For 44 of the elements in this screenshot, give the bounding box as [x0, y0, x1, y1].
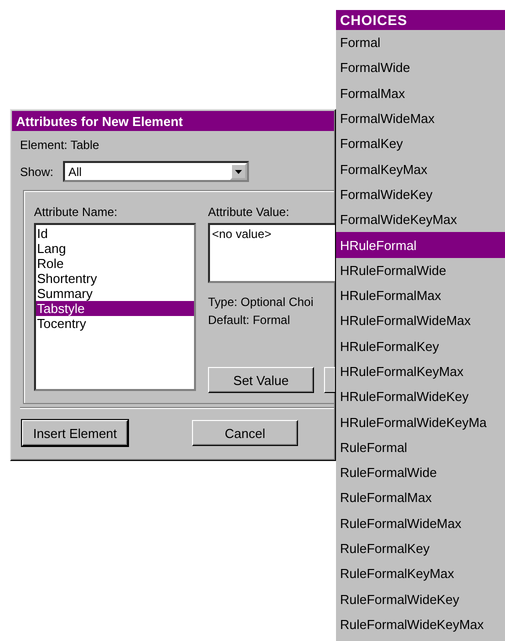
choice-item[interactable]: FormalKey	[336, 131, 505, 156]
list-item[interactable]: Id	[36, 226, 194, 241]
choice-item[interactable]: HRuleFormalWideMax	[336, 308, 505, 334]
choice-item[interactable]: RuleFormalKeyMax	[336, 561, 505, 587]
choice-item[interactable]: HRuleFormalKey	[336, 334, 505, 359]
list-item[interactable]: Lang	[36, 241, 194, 256]
choice-item[interactable]: RuleFormalWideKey	[336, 586, 505, 612]
list-item[interactable]: Tocentry	[36, 316, 194, 331]
choice-item[interactable]: FormalMax	[336, 80, 505, 106]
list-item[interactable]: Role	[36, 256, 194, 271]
choice-item[interactable]: RuleFormalMax	[336, 485, 505, 511]
choice-item[interactable]: FormalWideKey	[336, 182, 505, 208]
choice-item[interactable]: FormalWideKeyMax	[336, 207, 505, 232]
list-item[interactable]: Tabstyle	[36, 301, 194, 316]
list-item[interactable]: Shortentry	[36, 271, 194, 286]
choice-item[interactable]: RuleFormalWide	[336, 460, 505, 486]
set-value-button[interactable]: Set Value	[208, 367, 314, 393]
choice-item[interactable]: RuleFormalWideMax	[336, 510, 505, 536]
choices-title: CHOICES	[336, 10, 505, 30]
choice-item[interactable]: HRuleFormalWide	[336, 258, 505, 283]
choice-item[interactable]: HRuleFormalWideKey	[336, 384, 505, 410]
choice-item[interactable]: FormalWideMax	[336, 106, 505, 132]
choice-item[interactable]: HRuleFormal	[336, 232, 505, 258]
choice-item[interactable]: RuleFormal	[336, 434, 505, 460]
choice-item[interactable]: HRuleFormalWideKeyMa	[336, 409, 505, 435]
choice-item[interactable]: HRuleFormalMax	[336, 282, 505, 308]
choice-item[interactable]: FormalWide	[336, 55, 505, 81]
choice-item[interactable]: Formal	[336, 30, 505, 56]
default-label: Default: Formal	[208, 313, 292, 327]
choice-item[interactable]: RuleFormalKey	[336, 536, 505, 562]
cancel-button[interactable]: Cancel	[192, 420, 298, 446]
attribute-name-label: Attribute Name:	[34, 205, 118, 219]
choice-item[interactable]: FormalKeyMax	[336, 156, 505, 182]
show-label: Show:	[20, 164, 54, 178]
choice-item[interactable]: RuleFormalWideKeyMax	[336, 612, 505, 638]
attribute-value-field[interactable]: <no value>	[208, 223, 335, 283]
element-label: Element: Table	[20, 138, 100, 152]
list-item[interactable]: Summary	[36, 286, 194, 301]
choice-item[interactable]: HRuleFormalKeyMax	[336, 358, 505, 384]
window-title: Attributes for New Element	[12, 111, 334, 131]
type-label: Type: Optional Choi	[208, 295, 314, 309]
attribute-value-label: Attribute Value:	[208, 205, 290, 219]
show-dropdown[interactable]: All	[63, 161, 250, 182]
insert-element-button[interactable]: Insert Element	[22, 420, 128, 446]
